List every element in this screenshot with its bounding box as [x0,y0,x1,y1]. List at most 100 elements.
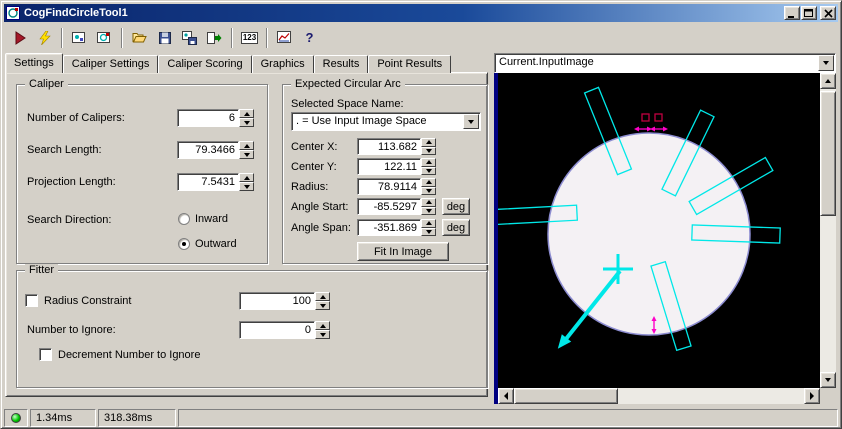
combo-dropdown-button[interactable] [818,55,834,71]
search-length-spinner[interactable] [239,141,254,159]
display-result-image-button[interactable] [92,25,117,50]
chart-button[interactable] [272,25,297,50]
status-total-time: 318.38ms [98,409,176,427]
window-icon [6,6,20,20]
spin-down-button[interactable] [421,186,436,195]
angle-start-deg-button[interactable]: deg [442,198,470,215]
scroll-up-button[interactable] [820,73,836,89]
electric-run-button[interactable] [32,25,57,50]
vertical-scrollbar[interactable] [820,73,836,388]
angle-span-input[interactable] [357,219,421,236]
spin-up-button[interactable] [239,109,254,118]
projection-length-input[interactable] [177,173,239,191]
center-y-input[interactable] [357,158,421,175]
angle-span-deg-button[interactable]: deg [442,219,470,236]
number-of-calipers-input[interactable] [177,109,239,127]
close-button[interactable] [820,6,836,20]
center-y-spinner[interactable] [421,158,436,175]
spin-down-button[interactable] [315,301,330,310]
spin-up-button[interactable] [421,158,436,167]
combo-dropdown-button[interactable] [463,114,479,129]
tab-results[interactable]: Results [313,55,369,73]
outward-radio-label[interactable]: Outward [195,238,237,250]
spin-down-button[interactable] [239,150,254,159]
image-source-select[interactable]: Current.InputImage [494,53,836,73]
scrollbar-corner [820,388,836,404]
spin-up-button[interactable] [421,219,436,228]
radius-constraint-input[interactable] [239,292,315,310]
projection-length-spinner[interactable] [239,173,254,191]
open-folder-icon [132,33,147,43]
number-to-ignore-spinner[interactable] [315,321,330,339]
spin-up-button[interactable] [239,141,254,150]
inward-radio-label[interactable]: Inward [195,213,228,225]
export-button[interactable] [202,25,227,50]
scroll-down-icon [825,378,831,382]
fit-in-image-button[interactable]: Fit In Image [357,242,449,261]
selected-space-select[interactable]: . = Use Input Image Space [291,112,481,131]
minimize-icon [788,15,794,18]
caliper-groupbox: Caliper Number of Calipers: Search Lengt… [16,78,268,264]
spin-down-button[interactable] [239,118,254,127]
lightning-icon [38,30,51,45]
open-button[interactable] [127,25,152,50]
image-display[interactable] [498,73,820,388]
center-x-input[interactable] [357,138,421,155]
center-x-spinner[interactable] [421,138,436,155]
tab-caliper-scoring[interactable]: Caliper Scoring [158,55,252,73]
radius-label: Radius: [291,181,329,193]
radius-constraint-label[interactable]: Radius Constraint [44,295,131,307]
decrement-number-checkbox[interactable] [39,348,52,361]
angle-start-input[interactable] [357,198,421,215]
export-icon [207,31,222,44]
number-of-calipers-spinner[interactable] [239,109,254,127]
save-button[interactable] [152,25,177,50]
radius-constraint-spinner[interactable] [315,292,330,310]
spin-up-button[interactable] [421,178,436,187]
save-image-button[interactable] [177,25,202,50]
tab-point-results[interactable]: Point Results [368,55,452,73]
radius-input[interactable] [357,178,421,195]
vertical-scroll-thumb[interactable] [820,91,836,216]
spin-down-button[interactable] [421,146,436,155]
spin-down-button[interactable] [421,227,436,236]
inward-radio[interactable] [178,213,190,225]
spin-up-button[interactable] [315,292,330,301]
spin-down-button[interactable] [421,166,436,175]
horizontal-scroll-thumb[interactable] [514,388,618,404]
title-bar[interactable]: CogFindCircleTool1 [4,4,838,22]
spin-down-button[interactable] [421,206,436,215]
radius-constraint-checkbox[interactable] [25,294,38,307]
spin-up-button[interactable] [421,138,436,147]
maximize-button[interactable] [801,6,817,20]
tab-caliper-settings[interactable]: Caliper Settings [62,55,159,73]
scroll-right-button[interactable] [804,388,820,404]
numeric-results-button[interactable]: 123 [237,25,262,50]
radius-spinner[interactable] [421,178,436,195]
spin-up-button[interactable] [315,321,330,330]
outward-radio[interactable] [178,238,190,250]
spin-up-button[interactable] [421,198,436,207]
spin-down-icon [425,168,432,173]
minimize-button[interactable] [784,6,800,20]
spin-down-button[interactable] [239,182,254,191]
spin-down-button[interactable] [315,330,330,339]
spin-up-button[interactable] [239,173,254,182]
angle-start-spinner[interactable] [421,198,436,215]
scroll-left-button[interactable] [498,388,514,404]
result-image-icon [97,32,110,43]
horizontal-scrollbar[interactable] [498,388,820,404]
tab-graphics[interactable]: Graphics [251,55,314,73]
number-to-ignore-input[interactable] [239,321,315,339]
scroll-down-button[interactable] [820,372,836,388]
help-button[interactable]: ? [297,25,322,50]
run-button[interactable] [7,25,32,50]
toolbar-separator [121,27,123,48]
search-length-input[interactable] [177,141,239,159]
display-input-image-button[interactable] [67,25,92,50]
angle-span-spinner[interactable] [421,219,436,236]
scroll-up-icon [825,79,831,83]
decrement-number-label[interactable]: Decrement Number to Ignore [58,349,200,361]
tab-settings[interactable]: Settings [5,53,63,73]
expected-arc-groupbox: Expected Circular Arc Selected Space Nam… [282,78,488,264]
